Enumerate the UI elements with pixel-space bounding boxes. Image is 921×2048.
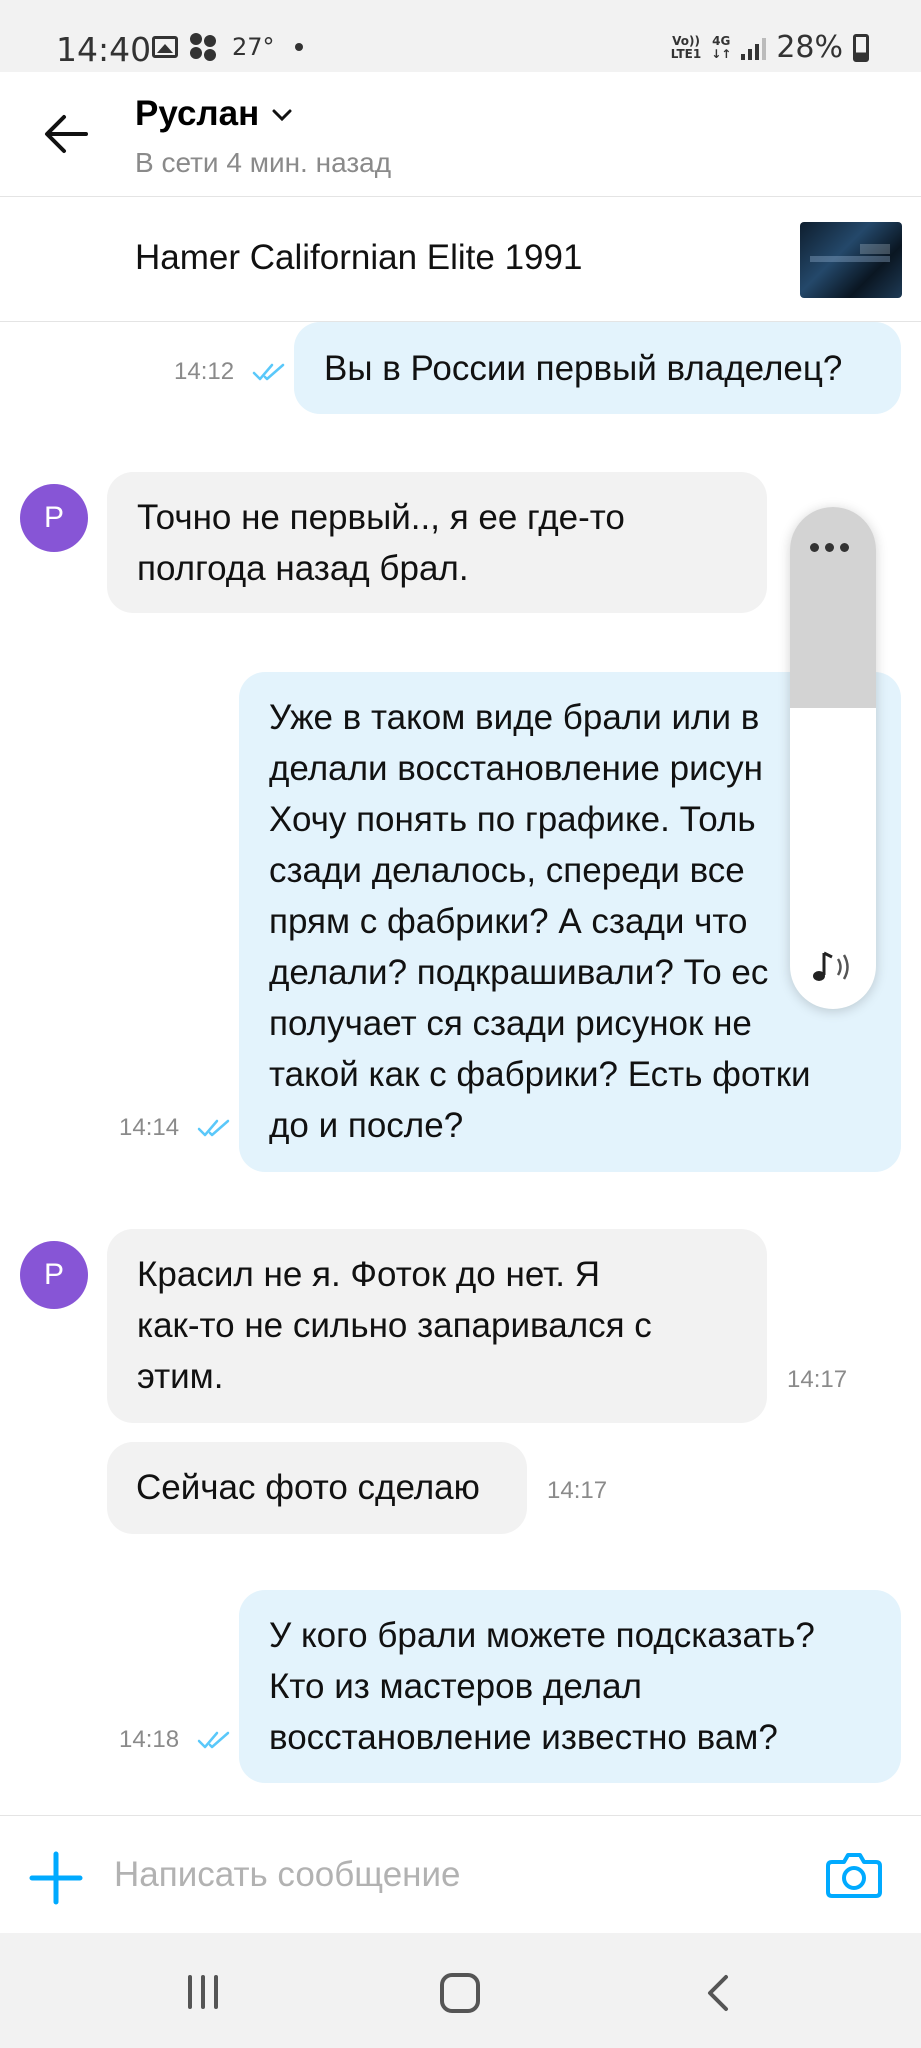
arrow-left-icon[interactable] — [44, 114, 88, 154]
message-text: как-то не сильно запаривался с — [137, 1306, 652, 1345]
listing-thumbnail[interactable] — [800, 222, 902, 298]
system-nav-bar — [0, 1933, 921, 2048]
double-check-icon — [197, 1119, 230, 1137]
message-text: Вы в России первый владелец? — [324, 349, 843, 388]
message-bubble-incoming[interactable]: Сейчас фото сделаю — [107, 1442, 527, 1534]
message-text: этим. — [137, 1357, 224, 1396]
data-4g-icon: 4G ↓↑ — [711, 33, 732, 61]
message-bubble-outgoing[interactable]: У кого брали можете подсказать? Кто из м… — [239, 1590, 901, 1783]
gallery-icon — [152, 36, 178, 58]
message-text: такой как с фабрики? Есть фотки — [269, 1055, 811, 1094]
message-text: Уже в таком виде брали или в — [269, 698, 760, 737]
double-check-icon — [197, 1731, 230, 1749]
listing-title[interactable]: Hamer Californian Elite 1991 — [135, 238, 582, 278]
system-icons: Vo)) LTE1 4G ↓↑ 28% — [671, 30, 869, 65]
more-dots-icon[interactable] — [810, 543, 849, 552]
message-time: 14:14 — [119, 1114, 180, 1141]
message-composer — [0, 1815, 921, 1933]
volume-slider[interactable] — [790, 507, 876, 1009]
message-text: Сейчас фото сделаю — [136, 1468, 480, 1507]
plus-icon[interactable] — [28, 1850, 84, 1906]
message-bubble-incoming[interactable]: Точно не первый.., я ее где-то полгода н… — [107, 472, 767, 613]
recents-icon[interactable] — [185, 1975, 221, 2009]
avatar[interactable]: Р — [20, 484, 88, 552]
message-text: получает ся сзади рисунок не — [269, 1004, 752, 1043]
avatar[interactable]: Р — [20, 1241, 88, 1309]
message-text: до и после? — [269, 1106, 464, 1145]
signal-icon — [741, 36, 767, 60]
contact-status: В сети 4 мин. назад — [135, 147, 392, 178]
message-text: делали? подкрашивали? То ес — [269, 953, 769, 992]
battery-percent: 28% — [776, 30, 843, 65]
notification-icons: 27° — [152, 33, 303, 61]
volume-fill — [790, 507, 876, 708]
message-input[interactable] — [114, 1840, 794, 1910]
message-time: 14:18 — [119, 1726, 180, 1753]
temperature: 27° — [232, 33, 275, 61]
contact-name[interactable]: Руслан — [135, 94, 259, 134]
message-text: восстановление известно вам? — [269, 1718, 778, 1757]
message-bubble-incoming[interactable]: Красил не я. Фоток до нет. Я как-то не с… — [107, 1229, 767, 1423]
home-icon[interactable] — [440, 1973, 480, 2013]
message-list[interactable]: 14:12 Вы в России первый владелец? Р Точ… — [0, 322, 921, 1815]
status-time: 14:40 — [56, 30, 152, 69]
camera-icon[interactable] — [824, 1844, 884, 1904]
battery-icon — [853, 33, 869, 62]
message-text: У кого брали можете подсказать? — [269, 1616, 815, 1655]
app-dots-icon — [190, 33, 220, 61]
message-text: Точно не первый.., я ее где-то — [137, 498, 625, 537]
message-bubble-outgoing[interactable]: Вы в России первый владелец? — [294, 322, 901, 414]
chat-header: Руслан В сети 4 мин. назад — [0, 72, 921, 197]
message-time: 14:17 — [547, 1477, 608, 1504]
listing-bar[interactable]: Hamer Californian Elite 1991 — [0, 198, 921, 322]
music-volume-icon[interactable] — [808, 947, 858, 987]
status-bar: 14:40 27° Vo)) LTE1 4G ↓↑ 28% — [0, 0, 921, 72]
message-text: прям с фабрики? А сзади что — [269, 902, 748, 941]
message-text: полгода назад брал. — [137, 549, 469, 588]
back-nav-icon[interactable] — [704, 1973, 732, 2013]
notification-dot-icon — [294, 43, 303, 51]
message-text: делали восстановление рисун — [269, 749, 763, 788]
message-time: 14:17 — [787, 1366, 848, 1393]
message-time: 14:12 — [174, 358, 235, 385]
message-text: Кто из мастеров делал — [269, 1667, 642, 1706]
message-text: Хочу понять по графике. Толь — [269, 800, 756, 839]
message-text: Красил не я. Фоток до нет. Я — [137, 1255, 600, 1294]
message-text: сзади делалось, спереди все — [269, 851, 745, 890]
double-check-icon — [252, 363, 285, 381]
volte-icon: Vo)) LTE1 — [670, 33, 702, 61]
chevron-down-icon[interactable] — [272, 108, 292, 122]
